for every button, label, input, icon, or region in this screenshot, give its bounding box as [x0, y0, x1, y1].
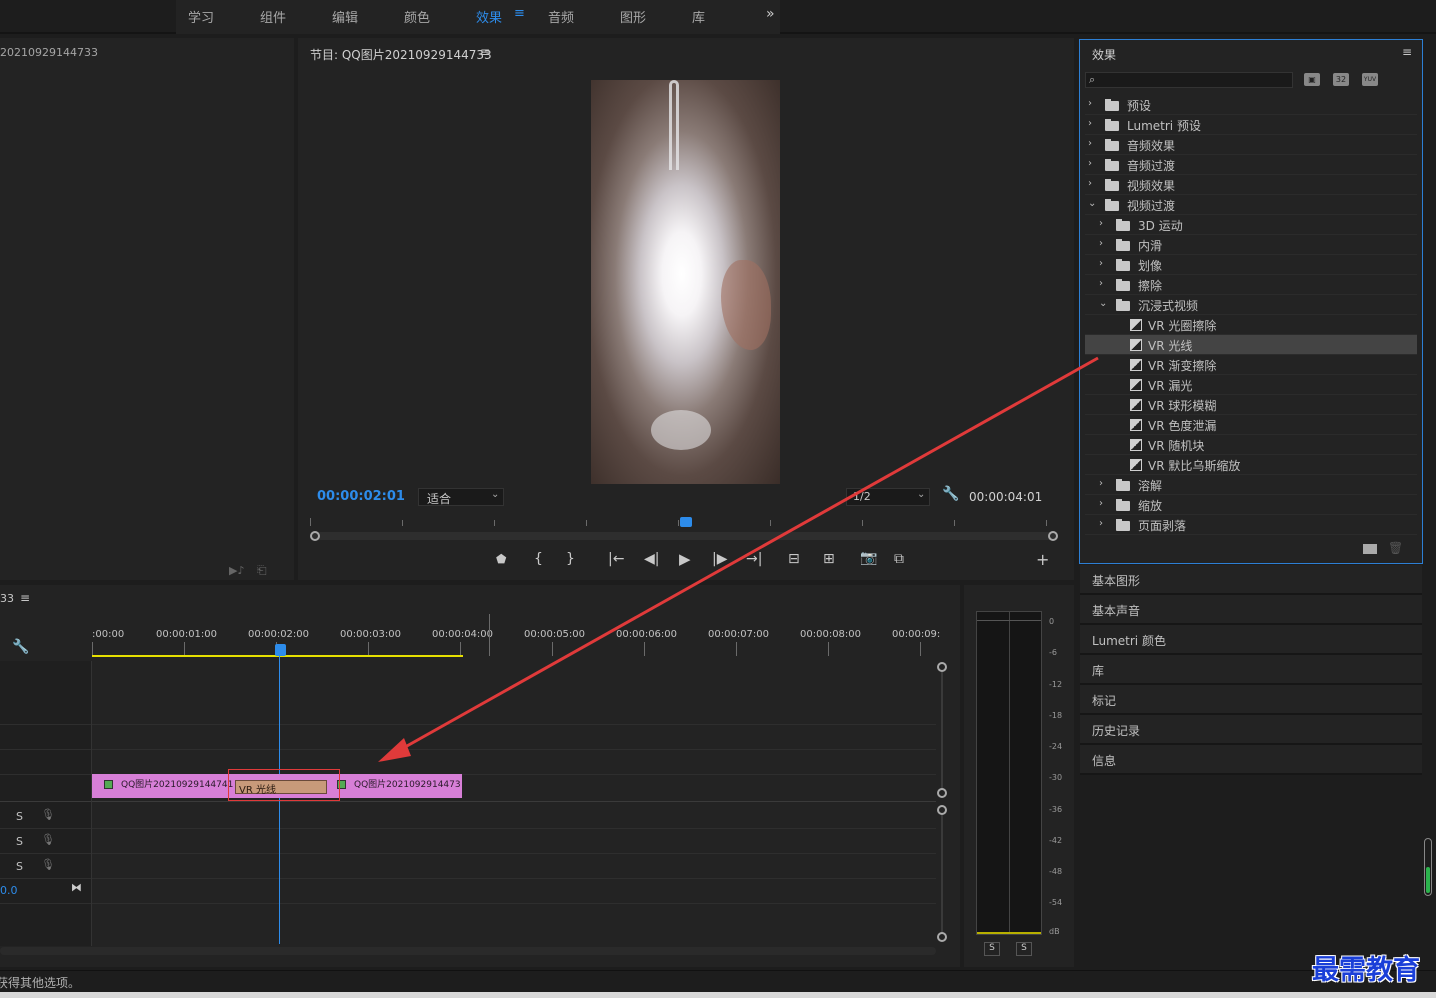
watermark-logo: 最需教育	[1312, 955, 1420, 986]
annotation-arrow-head	[378, 738, 411, 762]
annotation-arrow-shaft	[397, 356, 1099, 753]
annotation-arrow	[378, 356, 1099, 762]
